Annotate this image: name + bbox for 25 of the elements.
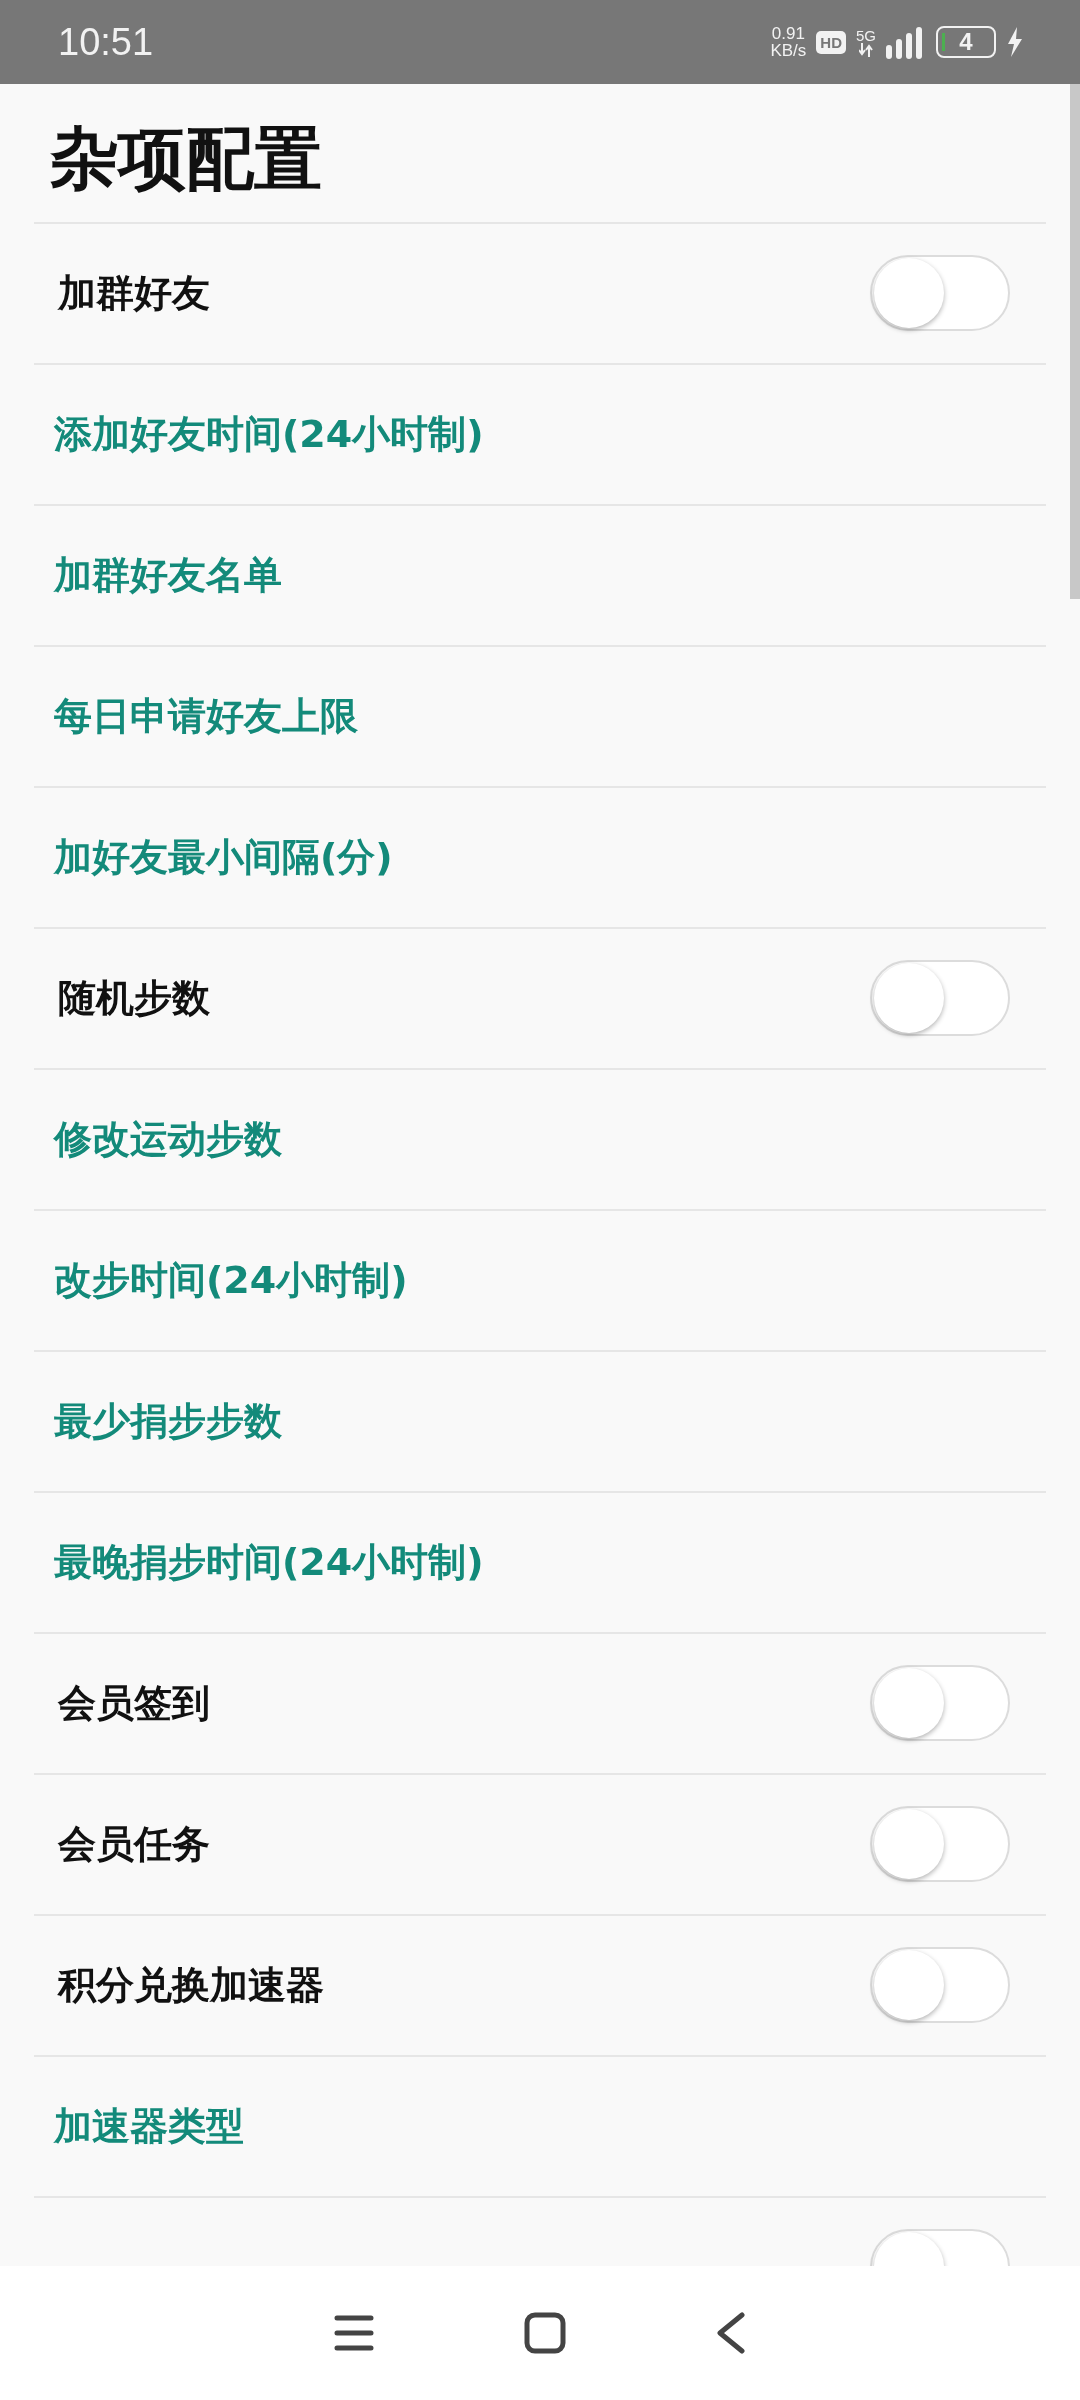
network-type: 5G: [856, 27, 876, 43]
setting-link[interactable]: 改步时间(24小时制): [54, 1254, 408, 1306]
setting-link[interactable]: 每日申请好友上限: [54, 690, 358, 742]
page-title: 杂项配置: [49, 118, 323, 200]
data-arrows-icon: [859, 42, 873, 57]
back-icon[interactable]: [716, 2312, 746, 2354]
setting-link[interactable]: 最少捐步步数: [54, 1395, 282, 1447]
setting-label: 积分兑换加速器: [56, 1961, 324, 2009]
setting-link[interactable]: 最晚捐步时间(24小时制): [54, 1536, 484, 1588]
setting-label: 加群好友: [56, 269, 210, 317]
home-icon[interactable]: [524, 2312, 566, 2354]
hd-badge: HD: [816, 30, 846, 54]
clock: 10:51: [58, 20, 155, 64]
battery-icon: 4: [936, 26, 996, 58]
setting-link[interactable]: 加速器类型: [54, 2100, 244, 2152]
setting-label: 会员签到: [57, 1679, 210, 1727]
setting-link[interactable]: 修改运动步数: [54, 1113, 282, 1165]
setting-link[interactable]: 加好友最小间隔(分): [54, 831, 393, 883]
charging-icon: [1006, 27, 1024, 57]
setting-label: 随机步数: [57, 974, 210, 1022]
network-speed: 0.91 KB/s: [770, 25, 807, 59]
setting-link[interactable]: 添加好友时间(24小时制): [54, 408, 484, 460]
menu-icon[interactable]: [334, 2314, 374, 2352]
setting-link[interactable]: 加群好友名单: [54, 549, 282, 601]
setting-label: 会员任务: [57, 1820, 210, 1868]
